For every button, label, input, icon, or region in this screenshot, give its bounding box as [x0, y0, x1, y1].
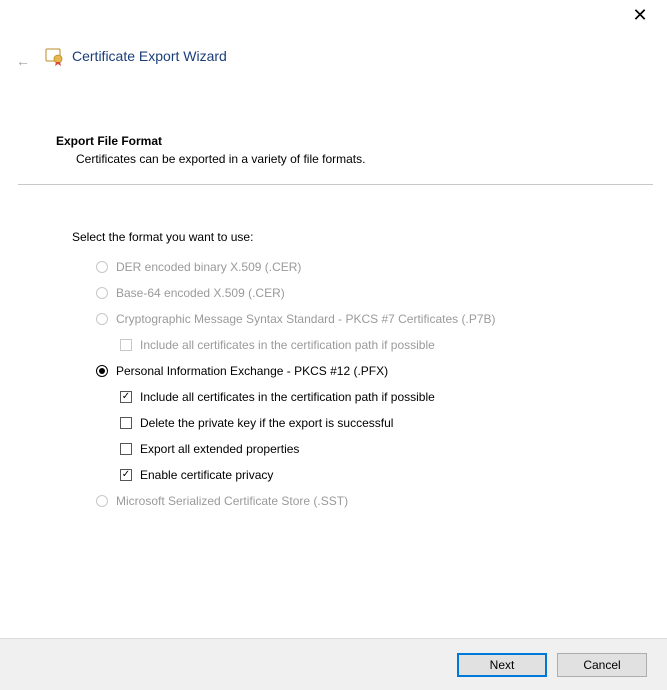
- wizard-title: Certificate Export Wizard: [72, 48, 227, 64]
- radio-icon: [96, 365, 108, 377]
- radio-b64: Base-64 encoded X.509 (.CER): [72, 286, 643, 300]
- section-header: Export File Format Certificates can be e…: [56, 134, 641, 166]
- checkbox-pfx-privacy[interactable]: Enable certificate privacy: [72, 468, 643, 482]
- radio-icon: [96, 313, 108, 325]
- checkbox-p7b-includeall: Include all certificates in the certific…: [72, 338, 643, 352]
- radio-icon: [96, 261, 108, 273]
- close-icon[interactable]: ✕: [625, 4, 655, 28]
- radio-sst: Microsoft Serialized Certificate Store (…: [72, 494, 643, 508]
- cancel-button[interactable]: Cancel: [557, 653, 647, 677]
- back-arrow-icon: ←: [16, 53, 30, 69]
- checkbox-pfx-includeall[interactable]: Include all certificates in the certific…: [72, 390, 643, 404]
- radio-icon: [96, 495, 108, 507]
- radio-der: DER encoded binary X.509 (.CER): [72, 260, 643, 274]
- checkbox-icon: [120, 417, 132, 429]
- checkbox-pfx-deletekey[interactable]: Delete the private key if the export is …: [72, 416, 643, 430]
- radio-label: Base-64 encoded X.509 (.CER): [116, 286, 285, 300]
- section-title: Export File Format: [56, 134, 641, 148]
- radio-label: Personal Information Exchange - PKCS #12…: [116, 364, 388, 378]
- radio-label: Cryptographic Message Syntax Standard - …: [116, 312, 496, 326]
- format-prompt: Select the format you want to use:: [72, 230, 643, 244]
- checkbox-label: Include all certificates in the certific…: [140, 390, 435, 404]
- checkbox-icon: [120, 339, 132, 351]
- radio-label: Microsoft Serialized Certificate Store (…: [116, 494, 348, 508]
- divider: [18, 184, 653, 185]
- checkbox-icon: [120, 391, 132, 403]
- radio-icon: [96, 287, 108, 299]
- checkbox-pfx-exportext[interactable]: Export all extended properties: [72, 442, 643, 456]
- checkbox-label: Include all certificates in the certific…: [140, 338, 435, 352]
- radio-p7b: Cryptographic Message Syntax Standard - …: [72, 312, 643, 326]
- checkbox-label: Enable certificate privacy: [140, 468, 273, 482]
- form-body: Select the format you want to use: DER e…: [72, 230, 643, 520]
- radio-label: DER encoded binary X.509 (.CER): [116, 260, 301, 274]
- footer: Next Cancel: [0, 638, 667, 690]
- next-button[interactable]: Next: [457, 653, 547, 677]
- checkbox-icon: [120, 469, 132, 481]
- checkbox-label: Delete the private key if the export is …: [140, 416, 393, 430]
- wizard-window: ✕ ← Certificate Export Wizard Export Fil…: [0, 0, 667, 690]
- checkbox-icon: [120, 443, 132, 455]
- checkbox-label: Export all extended properties: [140, 442, 299, 456]
- section-desc: Certificates can be exported in a variet…: [76, 152, 641, 166]
- radio-pfx[interactable]: Personal Information Exchange - PKCS #12…: [72, 364, 643, 378]
- certificate-icon: [44, 46, 64, 66]
